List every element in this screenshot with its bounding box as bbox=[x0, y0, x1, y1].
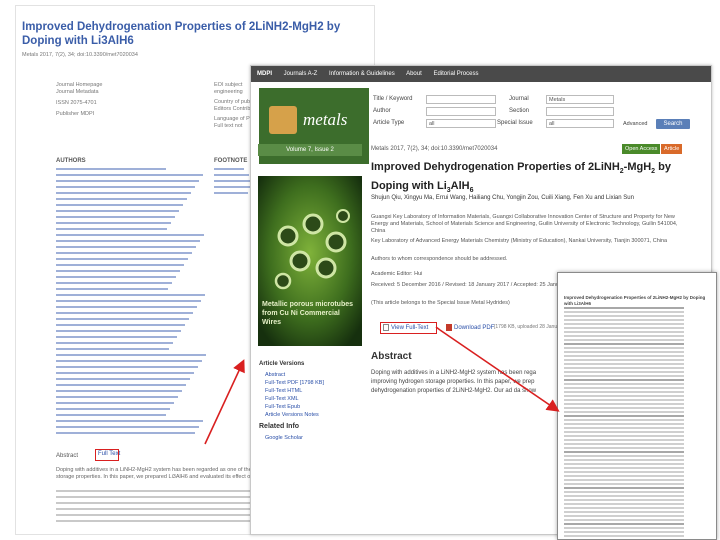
arrow-to-preview bbox=[439, 329, 560, 412]
arrows-overlay bbox=[204, 326, 560, 445]
arrow-to-mdpi-page bbox=[204, 359, 245, 445]
arrow-to-preview-tail bbox=[435, 326, 441, 331]
